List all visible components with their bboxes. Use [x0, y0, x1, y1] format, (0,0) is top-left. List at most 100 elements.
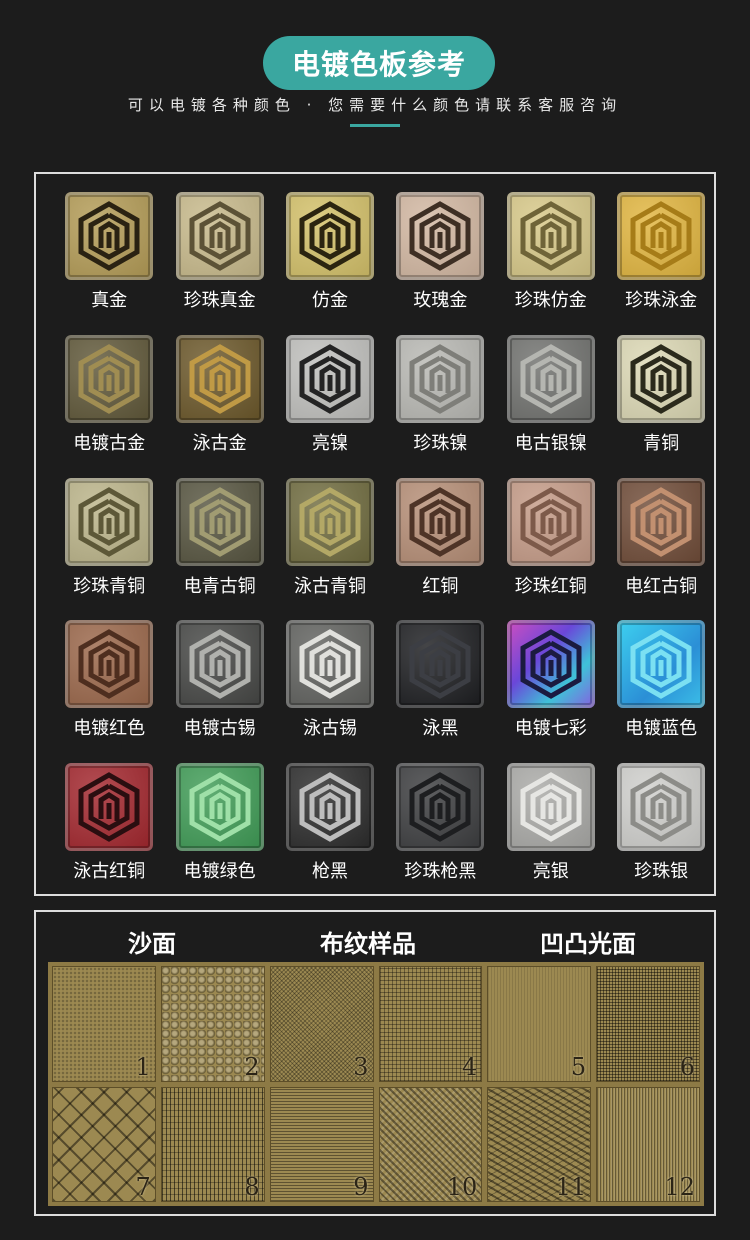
swatch-tile [285, 192, 374, 280]
swatch-label: 枪黑 [311, 861, 348, 883]
swatch-item: 红铜 [385, 477, 495, 621]
swatch-label: 电红古铜 [625, 575, 698, 597]
hexagon-logo-icon [630, 201, 692, 271]
swatch-label: 红铜 [422, 575, 459, 597]
swatch-tile [396, 763, 485, 852]
texture-sample-mesh: 6 [596, 966, 700, 1082]
swatch-grid: 真金 珍珠真金 仿金 玫瑰金 珍珠仿金 珍珠泳金电镀古金 泳古金 亮镍 珍珠镍 电古银镍 青铜珍珠青… [54, 192, 716, 906]
hexagon-logo-icon [189, 629, 251, 700]
texture-sample-vertical-lines: 8 [160, 1086, 265, 1202]
swatch-label: 青铜 [643, 432, 680, 454]
swatch-label: 珍珠青铜 [73, 575, 146, 597]
swatch-label: 电镀红色 [73, 718, 146, 740]
swatch-label: 真金 [91, 290, 128, 311]
swatch-tile [65, 192, 154, 280]
hexagon-logo-icon [78, 201, 140, 271]
swatch-tile [506, 763, 595, 852]
swatch-tile [65, 620, 154, 709]
swatch-item: 亮镍 [275, 334, 385, 478]
texture-sample-sand: 1 [52, 966, 156, 1082]
hexagon-logo-icon [409, 772, 471, 843]
swatch-label: 电镀古金 [73, 432, 146, 454]
swatch-item: 青铜 [606, 334, 716, 478]
swatch-tile [506, 477, 595, 566]
hexagon-logo-icon [630, 343, 692, 414]
swatch-label: 电镀古锡 [183, 718, 256, 740]
swatch-item: 电镀蓝色 [606, 620, 716, 763]
hexagon-logo-icon [630, 629, 692, 700]
swatch-label: 泳古青铜 [293, 575, 366, 597]
swatch-label: 珍珠泳金 [625, 290, 698, 311]
texture-sample-pebble: 2 [160, 966, 265, 1082]
swatch-tile [506, 192, 595, 280]
texture-heading-emboss: 凹凸光面 [540, 930, 636, 958]
texture-sample-number: 8 [244, 1173, 260, 1201]
hexagon-logo-icon [630, 772, 692, 843]
swatch-tile [506, 334, 595, 423]
texture-sample-fine-crosshatch: 3 [269, 966, 374, 1082]
texture-sample-number: 9 [353, 1173, 369, 1201]
hexagon-logo-icon [189, 772, 251, 843]
swatch-tile [65, 477, 154, 566]
swatch-item: 亮银 [496, 763, 606, 906]
swatch-tile [175, 763, 264, 852]
hexagon-logo-icon [520, 343, 582, 414]
hexagon-logo-icon [78, 772, 140, 843]
swatch-item: 珍珠镍 [385, 334, 495, 478]
swatch-item: 泳古金 [164, 334, 274, 478]
swatch-item: 泳古红铜 [54, 763, 164, 906]
swatch-item: 电古银镍 [496, 334, 606, 478]
texture-sample-vertical-brushed: 12 [596, 1086, 700, 1202]
hexagon-logo-icon [189, 486, 251, 557]
swatch-label: 仿金 [311, 290, 348, 311]
swatch-item: 珍珠仿金 [496, 192, 606, 335]
hexagon-logo-icon [409, 201, 471, 271]
texture-grid: 1 2 3 4 5 6 7 8 9 10 11 12 [48, 962, 704, 1206]
hexagon-logo-icon [520, 486, 582, 557]
swatch-label: 亮镍 [311, 432, 348, 454]
hexagon-logo-icon [78, 343, 140, 414]
texture-sample-number: 2 [244, 1052, 260, 1081]
hexagon-logo-icon [520, 772, 582, 843]
swatch-tile [617, 192, 706, 280]
texture-sample-number: 5 [570, 1052, 587, 1081]
swatch-label: 电镀绿色 [183, 861, 256, 883]
texture-sample-number: 10 [446, 1173, 478, 1201]
swatch-label: 玫瑰金 [413, 290, 468, 311]
swatch-item: 电红古铜 [606, 477, 716, 621]
hexagon-logo-icon [520, 629, 582, 700]
texture-sample-brushed: 5 [487, 966, 592, 1082]
page-subtitle: 可以电镀各种颜色 · 您需要什么颜色请联系客服咨询 [127, 96, 623, 114]
swatch-label: 泳古红铜 [73, 861, 146, 883]
swatch-item: 珍珠真金 [164, 192, 274, 335]
texture-heading-cloth: 布纹样品 [320, 930, 416, 958]
swatch-tile [175, 192, 264, 280]
hexagon-logo-icon [299, 343, 361, 414]
swatch-item: 电镀古锡 [164, 620, 274, 763]
swatch-item: 玫瑰金 [385, 192, 495, 335]
swatch-label: 电镀蓝色 [625, 718, 698, 740]
texture-sample-twill: 11 [487, 1086, 592, 1202]
texture-sample-number: 11 [555, 1173, 587, 1201]
hexagon-logo-icon [299, 486, 361, 557]
swatch-tile [617, 763, 706, 852]
swatch-item: 电镀古金 [54, 334, 164, 478]
hexagon-logo-icon [409, 629, 471, 700]
texture-sample-number: 6 [679, 1052, 695, 1081]
hexagon-logo-icon [409, 486, 471, 557]
swatch-item: 枪黑 [275, 763, 385, 906]
swatch-item: 泳古青铜 [275, 477, 385, 621]
swatch-label: 珍珠镍 [413, 432, 468, 454]
swatch-label: 泳古锡 [302, 718, 357, 740]
swatch-label: 珍珠仿金 [514, 290, 587, 311]
texture-sample-number: 1 [135, 1052, 151, 1081]
texture-sample-number: 4 [462, 1052, 478, 1081]
texture-sample-number: 3 [353, 1052, 369, 1081]
swatch-label: 珍珠红铜 [514, 575, 587, 597]
texture-sample-diamond: 7 [52, 1086, 156, 1202]
hexagon-logo-icon [189, 201, 251, 271]
hexagon-logo-icon [189, 343, 251, 414]
swatch-tile [506, 620, 595, 709]
swatch-label: 珍珠真金 [183, 290, 256, 311]
page-title: 电镀色板参考 [263, 36, 495, 90]
